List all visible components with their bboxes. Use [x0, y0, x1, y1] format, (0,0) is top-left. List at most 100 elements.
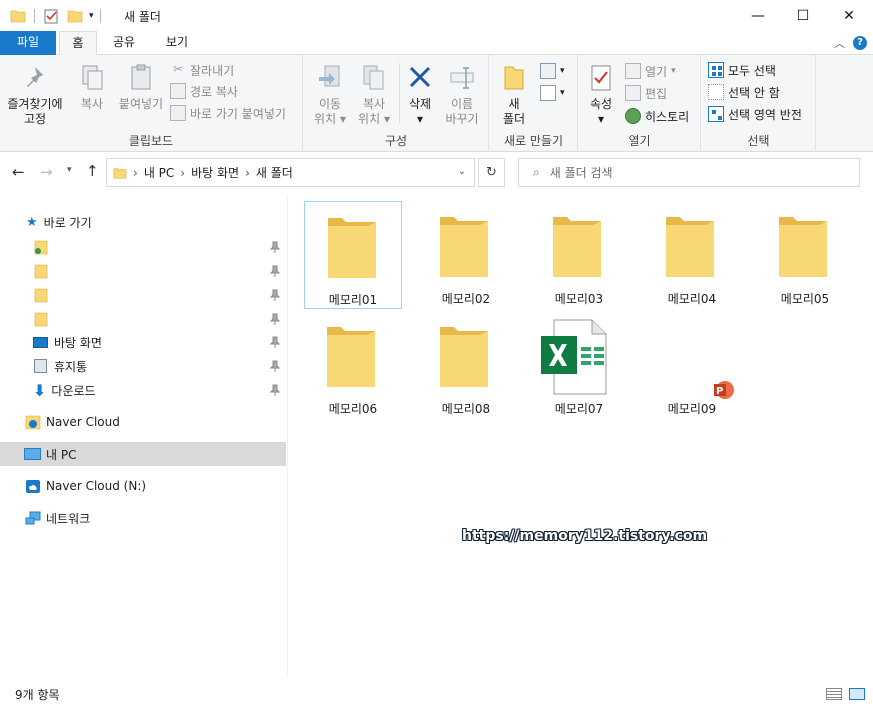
new-folder-icon[interactable] [67, 8, 83, 24]
folder-icon [34, 264, 48, 279]
chevron-down-icon[interactable]: ⌄ [458, 166, 466, 177]
open-icon [625, 63, 641, 79]
customize-toolbar-icon[interactable]: ▾ [89, 11, 94, 21]
file-item[interactable]: 메모리05 [756, 201, 854, 309]
move-to-button[interactable]: 이동 위치 ▾ [308, 59, 352, 127]
easy-access-icon [540, 85, 556, 101]
file-item[interactable]: 메모리01 [304, 201, 402, 309]
ribbon-tabs: 파일 홈 공유 보기 ︿ ? [0, 31, 873, 56]
sidebar-item-pinned-4[interactable] [0, 307, 286, 331]
minimize-button[interactable]: — [735, 0, 781, 31]
move-to-label-2: 위치 [314, 112, 337, 126]
close-button[interactable]: ✕ [826, 0, 872, 31]
sidebar-item-desktop[interactable]: 바탕 화면 [0, 330, 286, 354]
sidebar-item-pinned-2[interactable] [0, 259, 286, 283]
address-bar[interactable]: › 내 PC › 바탕 화면 › 새 폴더 ⌄ [106, 158, 475, 187]
paste-button[interactable]: 붙여넣기 [114, 59, 168, 112]
folder-icon [779, 217, 827, 277]
cut-label: 잘라내기 [190, 63, 235, 78]
search-box[interactable]: ⌕ 새 폴더 검색 [518, 158, 860, 187]
cloud-folder-icon [25, 415, 41, 430]
file-item[interactable]: 메모리07 [530, 311, 628, 419]
divider [399, 63, 400, 123]
copy-path-button[interactable]: 경로 복사 [170, 81, 238, 101]
search-icon: ⌕ [533, 165, 540, 179]
download-icon: ⬇ [33, 380, 47, 400]
properties-button[interactable]: 속성 ▾ [583, 59, 619, 127]
open-button[interactable]: 열기 ▾ [625, 61, 676, 81]
file-item[interactable]: 메모리02 [417, 201, 515, 309]
tab-file[interactable]: 파일 [0, 31, 56, 55]
file-name: 메모리06 [328, 402, 378, 416]
svg-text:P: P [716, 386, 723, 397]
invert-selection-button[interactable]: 선택 영역 반전 [708, 104, 802, 124]
pin-to-quick-access-button[interactable]: 즐겨찾기에 고정 [4, 59, 66, 127]
history-button[interactable]: 히스토리 [625, 106, 689, 126]
divider [99, 9, 101, 23]
forward-icon[interactable]: → [40, 163, 53, 181]
edit-icon [625, 85, 641, 101]
tab-share[interactable]: 공유 [104, 31, 144, 55]
new-folder-button[interactable]: 새 폴더 [496, 59, 532, 127]
paste-shortcut-label: 바로 가기 붙여넣기 [190, 106, 286, 121]
sidebar-item-my-pc[interactable]: 내 PC [0, 442, 286, 466]
rename-button[interactable]: 이름 바꾸기 [440, 59, 484, 127]
edit-button[interactable]: 편집 [625, 83, 667, 103]
new-item-icon [540, 63, 556, 79]
select-none-button[interactable]: 선택 안 함 [708, 82, 780, 102]
history-label: 히스토리 [645, 109, 690, 124]
refresh-button[interactable]: ↻ [478, 158, 505, 187]
file-name: 메모리04 [667, 292, 717, 306]
sidebar-item-quick-access[interactable]: ★ 바로 가기 [0, 210, 286, 234]
sidebar-item-recycle-bin[interactable]: 휴지통 [0, 354, 286, 378]
sidebar-item-naver-cloud-drive[interactable]: Naver Cloud (N:) [0, 474, 286, 498]
sidebar-item-downloads[interactable]: ⬇ 다운로드 [0, 378, 286, 402]
sidebar-item-network[interactable]: 네트워크 [0, 506, 286, 530]
recent-locations-icon[interactable]: ▾ [67, 165, 72, 175]
clipboard-group: 즐겨찾기에 고정 복사 붙여넣기 ✂ 잘라내기 경로 복사 바로 가기 붙여넣기 … [0, 55, 303, 152]
maximize-button[interactable]: ☐ [780, 0, 826, 31]
sidebar-item-pinned-3[interactable] [0, 283, 286, 307]
file-item[interactable]: P 메모리09 [643, 311, 741, 419]
up-icon[interactable]: ↑ [86, 162, 99, 180]
paste-shortcut-button[interactable]: 바로 가기 붙여넣기 [170, 103, 286, 123]
tab-view[interactable]: 보기 [157, 31, 197, 55]
clipboard-group-label: 클립보드 [128, 134, 174, 148]
properties-icon[interactable] [43, 8, 59, 24]
pin-label-1: 즐겨찾기에 [7, 97, 63, 111]
move-to-icon [319, 65, 340, 87]
delete-button[interactable]: 삭제 ▾ [402, 59, 438, 127]
cut-button[interactable]: ✂ 잘라내기 [170, 60, 234, 80]
large-icons-view-icon[interactable] [849, 688, 865, 700]
tab-home[interactable]: 홈 [59, 31, 97, 56]
help-icon[interactable]: ? [853, 36, 867, 50]
easy-access-button[interactable]: ▾ [540, 83, 565, 103]
select-all-button[interactable]: 모두 선택 [708, 60, 776, 80]
powerpoint-icon: P [714, 381, 734, 399]
sidebar-label: 다운로드 [51, 383, 96, 398]
move-to-label-1: 이동 [318, 97, 342, 111]
file-item[interactable]: 메모리08 [417, 311, 515, 419]
select-group: 모두 선택 선택 안 함 선택 영역 반전 선택 [702, 55, 816, 152]
breadcrumb-new-folder[interactable]: 새 폴더 [256, 164, 293, 181]
sidebar-item-pinned-1[interactable] [0, 235, 286, 259]
navigation-pane: ★ 바로 가기 바탕 화면 휴지통 ⬇ 다운로드 Naver Cloud 내 P… [0, 194, 288, 678]
file-list: 메모리01 메모리02 메모리03 메모리04 메모리05 메모리06 메모리0… [290, 194, 873, 678]
back-icon[interactable]: ← [12, 163, 25, 181]
copy-button[interactable]: 복사 [72, 59, 112, 112]
watermark-text: https://memory112.tistory.com [462, 528, 708, 544]
sidebar-item-naver-cloud[interactable]: Naver Cloud [0, 410, 286, 434]
collapse-ribbon-icon[interactable]: ︿ [834, 35, 845, 51]
file-name: 메모리08 [441, 402, 491, 416]
details-view-icon[interactable] [826, 688, 842, 700]
file-item[interactable]: 메모리06 [304, 311, 402, 419]
copy-label: 복사 [80, 97, 104, 111]
new-item-button[interactable]: ▾ [540, 61, 565, 81]
breadcrumb-desktop[interactable]: 바탕 화면 [191, 164, 239, 181]
breadcrumb-my-pc[interactable]: 내 PC [144, 164, 174, 181]
desktop-icon [33, 336, 48, 348]
copy-to-button[interactable]: 복사 위치 ▾ [352, 59, 396, 127]
file-item[interactable]: 메모리03 [530, 201, 628, 309]
network-icon [25, 511, 41, 525]
file-item[interactable]: 메모리04 [643, 201, 741, 309]
